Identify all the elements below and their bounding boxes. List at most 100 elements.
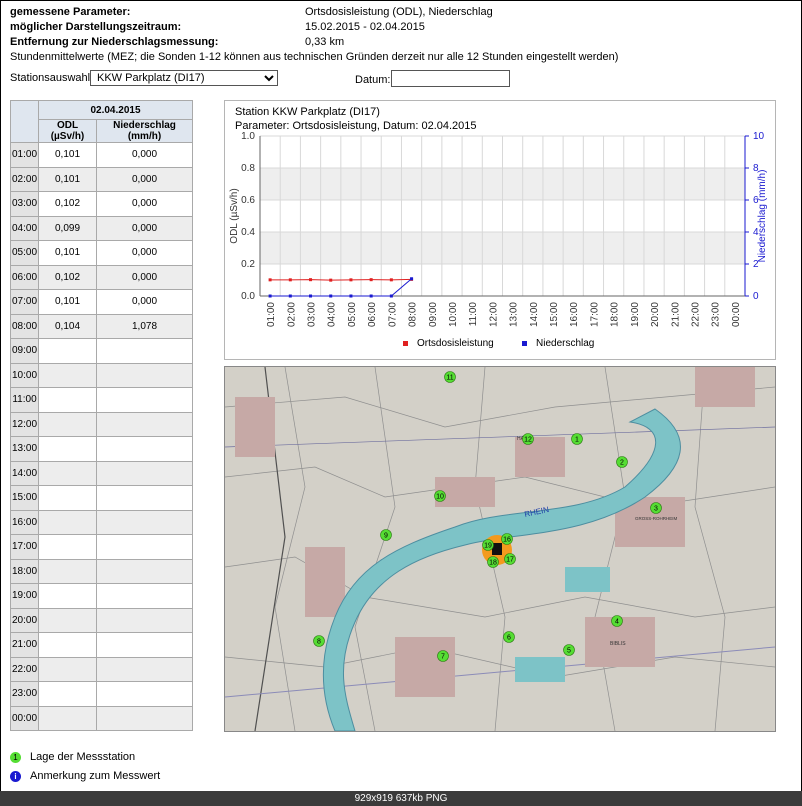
station-marker-label: 6 — [507, 635, 511, 642]
param-label-zeitraum: möglicher Darstellungszeitraum: — [10, 21, 182, 33]
chart-y-tick-label: 0.4 — [241, 227, 255, 238]
station-select[interactable]: KKW Parkplatz (DI17) — [90, 70, 278, 86]
chart-x-tick-label: 23:00 — [711, 302, 722, 327]
chart-data-point — [268, 294, 272, 298]
row-hour: 23:00 — [10, 681, 39, 707]
row-odl-value — [38, 411, 97, 437]
row-hour: 12:00 — [10, 411, 39, 437]
row-hour: 01:00 — [10, 142, 39, 168]
chart-y-tick-label: 0.0 — [241, 291, 255, 302]
param-label-entfernung: Entfernung zur Niederschlagsmessung: — [10, 36, 219, 48]
row-niederschlag-value — [96, 656, 193, 682]
info-icon: i — [10, 770, 21, 782]
row-hour: 04:00 — [10, 215, 39, 241]
row-hour: 20:00 — [10, 607, 39, 633]
row-odl-value — [38, 460, 97, 486]
param-label-gemessene: gemessene Parameter: — [10, 6, 131, 18]
row-hour: 06:00 — [10, 264, 39, 290]
row-hour: 14:00 — [10, 460, 39, 486]
row-hour: 02:00 — [10, 166, 39, 192]
legend-station-label: Lage der Messstation — [30, 751, 136, 763]
legend-niederschlag-label: Niederschlag — [536, 338, 594, 349]
chart-panel: Station KKW Parkplatz (DI17) Parameter: O… — [224, 100, 776, 360]
place-label-biblis: BIBLIS — [610, 641, 626, 647]
datum-input[interactable] — [391, 70, 510, 87]
chart-y-axis-label: ODL (µSv/h) — [229, 188, 240, 243]
station-marker-label: 2 — [620, 460, 624, 467]
chart-data-point — [349, 278, 353, 282]
chart-x-tick-label: 14:00 — [529, 302, 540, 327]
row-niederschlag-value — [96, 681, 193, 707]
row-niederschlag-value: 0,000 — [96, 215, 193, 241]
row-odl-value — [38, 362, 97, 388]
chart-x-tick-label: 08:00 — [408, 302, 419, 327]
row-hour: 15:00 — [10, 485, 39, 511]
table-row: 15:00 — [10, 485, 193, 511]
legend-odl-marker — [403, 341, 408, 346]
chart-x-tick-label: 05:00 — [347, 302, 358, 327]
table-row: 07:00 0,101 0,000 — [10, 289, 193, 315]
table-row: 05:00 0,101 0,000 — [10, 240, 193, 266]
chart-x-tick-label: 02:00 — [286, 302, 297, 327]
table-date-header: 02.04.2015 — [38, 100, 193, 120]
row-odl-value — [38, 387, 97, 413]
legend-note: i Anmerkung zum Messwert — [10, 770, 160, 782]
chart-data-point — [410, 277, 414, 281]
row-odl-value — [38, 509, 97, 535]
chart-data-point — [369, 294, 373, 298]
chart-data-point — [349, 294, 353, 298]
row-odl-value: 0,102 — [38, 191, 97, 217]
station-marker-label: 3 — [654, 506, 658, 513]
row-niederschlag-value — [96, 583, 193, 609]
table-row: 00:00 — [10, 705, 193, 731]
station-marker-label: 4 — [615, 619, 619, 626]
table-row: 06:00 0,102 0,000 — [10, 264, 193, 290]
row-hour: 11:00 — [10, 387, 39, 413]
row-hour: 18:00 — [10, 558, 39, 584]
chart-x-tick-label: 03:00 — [307, 302, 318, 327]
chart-y-tick-label: 1.0 — [241, 131, 255, 142]
row-odl-value — [38, 534, 97, 560]
row-niederschlag-value — [96, 485, 193, 511]
stundenmittelwerte-note: Stundenmittelwerte (MEZ; die Sonden 1-12… — [10, 51, 619, 63]
row-niederschlag-value: 0,000 — [96, 142, 193, 168]
row-odl-value — [38, 681, 97, 707]
table-row: 16:00 — [10, 509, 193, 535]
row-hour: 19:00 — [10, 583, 39, 609]
chart-y-tick-label: 0.8 — [241, 163, 255, 174]
row-hour: 21:00 — [10, 632, 39, 658]
chart-data-point — [389, 278, 393, 282]
map-svg: RHEIN HAMM GROSS-ROHRHEIM BIBLIS 1234567… — [225, 367, 775, 731]
row-odl-value — [38, 485, 97, 511]
station-map[interactable]: RHEIN HAMM GROSS-ROHRHEIM BIBLIS 1234567… — [224, 366, 776, 732]
table-row: 18:00 — [10, 558, 193, 584]
row-hour: 07:00 — [10, 289, 39, 315]
station-marker-label: 18 — [489, 560, 497, 567]
chart-data-point — [369, 278, 373, 282]
chart-y-tick-label: 0.2 — [241, 259, 255, 270]
chart-x-tick-label: 04:00 — [327, 302, 338, 327]
row-niederschlag-value: 0,000 — [96, 289, 193, 315]
chart-x-tick-label: 21:00 — [670, 302, 681, 327]
image-info-bar: 929x919 637kb PNG — [0, 791, 802, 806]
column-header-odl: ODL (µSv/h) — [38, 119, 97, 143]
table-body: 01:00 0,101 0,000 02:00 0,101 0,000 03:00 0,102… — [10, 142, 193, 731]
table-row: 10:00 — [10, 362, 193, 388]
row-hour: 05:00 — [10, 240, 39, 266]
datum-label: Datum: — [355, 74, 391, 86]
station-select-label: Stationsauswahl: — [10, 72, 94, 84]
param-value-gemessene: Ortsdosisleistung (ODL), Niederschlag — [305, 6, 493, 18]
chart-x-tick-label: 20:00 — [650, 302, 661, 327]
table-row: 23:00 — [10, 681, 193, 707]
chart-data-point — [268, 278, 272, 282]
row-odl-value — [38, 558, 97, 584]
chart-data-point — [329, 294, 333, 298]
row-niederschlag-value — [96, 338, 193, 364]
row-niederschlag-value — [96, 509, 193, 535]
row-niederschlag-value: 0,000 — [96, 264, 193, 290]
row-niederschlag-value — [96, 387, 193, 413]
station-marker-label: 7 — [441, 654, 445, 661]
station-marker-label: 8 — [317, 639, 321, 646]
row-hour: 09:00 — [10, 338, 39, 364]
legend-niederschlag-marker — [522, 341, 527, 346]
